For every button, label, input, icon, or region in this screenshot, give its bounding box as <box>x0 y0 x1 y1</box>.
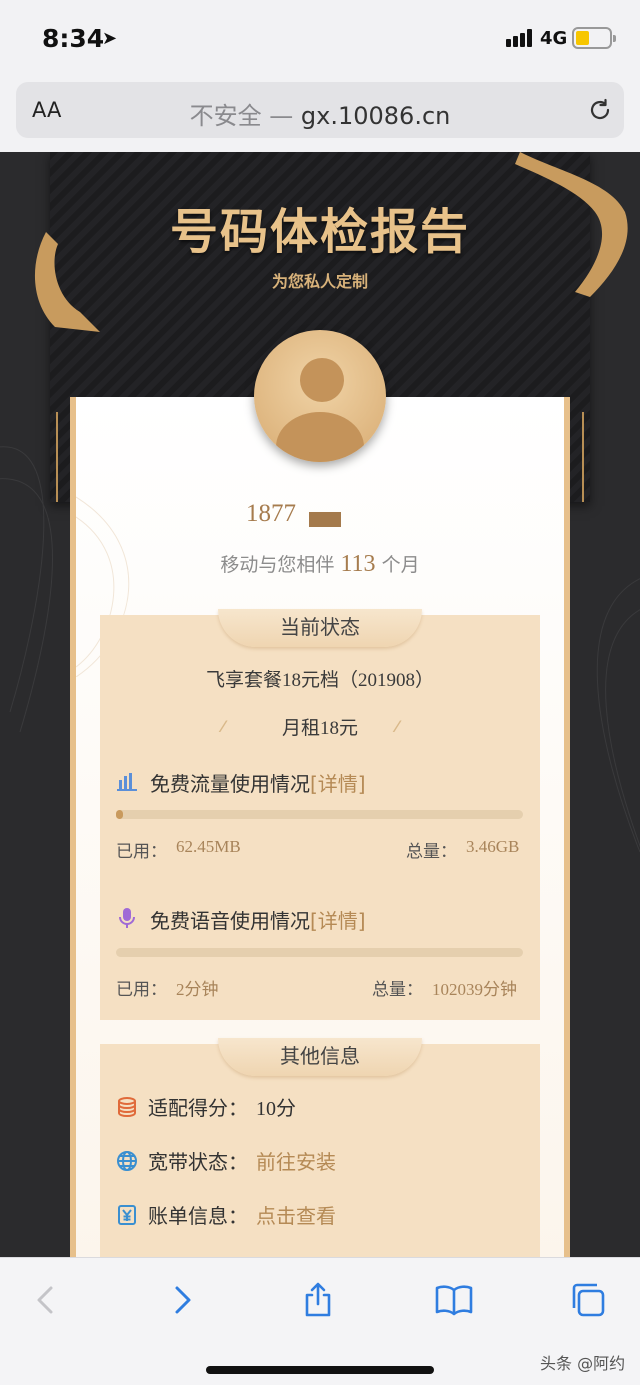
data-usage-title: 免费流量使用情况[详情] <box>150 768 366 797</box>
voice-total-value: 102039分钟 <box>432 980 517 999</box>
section-tab-current-status: 当前状态 <box>218 609 422 647</box>
info-label: 适配得分： <box>148 1096 248 1120</box>
address-bar[interactable]: AA 不安全 — gx.10086.cn <box>16 82 624 138</box>
network-type: 4G <box>540 28 568 49</box>
page-title: 号码体检报告 <box>169 204 470 260</box>
voice-usage-title: 免费语音使用情况[详情] <box>150 905 366 934</box>
data-total-value: 3.46GB <box>466 837 520 856</box>
voice-usage-detail-link[interactable]: [详情] <box>310 909 366 933</box>
data-usage-progress-bar <box>116 810 523 819</box>
share-icon[interactable] <box>298 1280 338 1320</box>
url-display[interactable]: 不安全 — gx.10086.cn <box>16 96 624 131</box>
voice-usage-progress-bar <box>116 948 523 957</box>
voice-total-label: 总量： <box>372 980 423 1000</box>
view-bill-link[interactable]: 点击查看 <box>256 1200 336 1229</box>
months-prefix: 移动与您相伴 <box>220 554 341 576</box>
data-used-value: 62.45MB <box>176 837 241 856</box>
info-row-match-score: 适配得分： 10分 <box>116 1092 416 1122</box>
section-tab-other-info: 其他信息 <box>218 1038 422 1076</box>
data-usage-progress-fill <box>116 810 124 819</box>
microphone-icon <box>119 908 135 928</box>
bar-chart-icon <box>117 773 137 791</box>
page-content: 号码体检报告 为您私人定制 1877 移动与您相伴 113 个月 当前状态 飞享… <box>0 152 640 1257</box>
info-label: 宽带状态： <box>148 1150 248 1174</box>
monthly-rent: 月租18元 <box>281 718 358 739</box>
insecure-label: 不安全 — <box>189 102 301 130</box>
info-label: 账单信息： <box>148 1204 248 1228</box>
install-broadband-link[interactable]: 前往安装 <box>256 1146 336 1175</box>
info-row-broadband-status[interactable]: 宽带状态： 前往安装 <box>116 1146 416 1176</box>
cellular-signal-icon <box>506 29 534 47</box>
battery-icon <box>572 27 616 49</box>
browser-toolbar: 头条 @阿约 <box>0 1257 640 1385</box>
data-used-label: 已用： <box>116 842 167 862</box>
data-usage-label: 免费流量使用情况 <box>150 772 310 796</box>
status-time: 8:34 <box>42 24 105 53</box>
bill-icon <box>118 1205 136 1225</box>
data-usage-detail-link[interactable]: [详情] <box>310 772 366 796</box>
bookmarks-icon[interactable] <box>434 1280 474 1320</box>
page-subtitle: 为您私人定制 <box>271 272 368 291</box>
status-bar: 8:34 ➤ 4G <box>0 0 640 78</box>
current-status-section: 当前状态 飞享套餐18元档（201908） ⁄⁄ 月租18元 ⁄⁄ 免费流量使用… <box>100 609 540 1020</box>
phone-number-redaction <box>309 512 341 527</box>
membership-duration: 移动与您相伴 113 个月 <box>0 550 640 578</box>
info-row-bill-info[interactable]: 账单信息： 点击查看 <box>116 1200 416 1230</box>
forward-icon[interactable] <box>162 1280 202 1320</box>
globe-icon <box>117 1151 137 1171</box>
location-arrow-icon: ➤ <box>102 28 118 49</box>
phone-number: 1877 <box>246 500 296 527</box>
months-value: 113 <box>340 551 376 577</box>
browser-address-area: AA 不安全 — gx.10086.cn <box>0 78 640 152</box>
voice-used-value: 2分钟 <box>176 980 219 999</box>
back-icon[interactable] <box>26 1280 66 1320</box>
plan-name: 飞享套餐18元档（201908） <box>205 670 434 691</box>
data-total-label: 总量： <box>406 842 457 862</box>
tabs-icon[interactable] <box>568 1280 608 1320</box>
info-value: 10分 <box>256 1098 296 1120</box>
avatar <box>254 330 386 462</box>
months-suffix: 个月 <box>375 554 420 576</box>
voice-used-label: 已用： <box>116 980 167 1000</box>
voice-usage-label: 免费语音使用情况 <box>150 909 310 933</box>
url-domain: gx.10086.cn <box>300 102 451 130</box>
watermark: 头条 @阿约 <box>540 1354 626 1373</box>
reload-icon[interactable] <box>588 98 612 122</box>
coin-stack-icon <box>118 1097 136 1118</box>
home-indicator <box>206 1366 434 1374</box>
other-info-section: 其他信息 适配得分： 10分 宽带状态： 前往安装 账单信息： 点击查看 <box>100 1038 540 1257</box>
